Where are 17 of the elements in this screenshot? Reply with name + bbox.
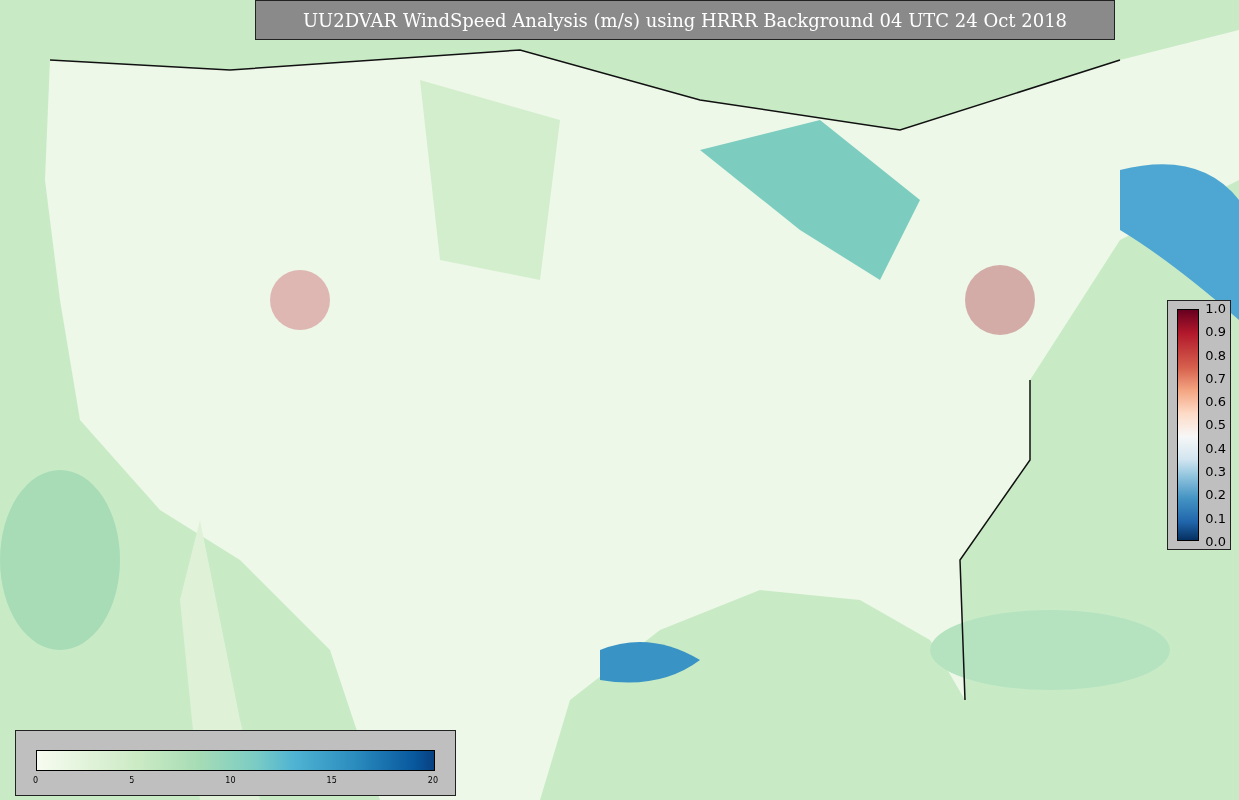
- tick-label: 0.5: [1205, 417, 1226, 433]
- tick-label: 0.1: [1205, 510, 1226, 526]
- tick-label: 0.4: [1205, 440, 1226, 456]
- tick-label: 0: [33, 776, 39, 785]
- tick-label: 0.2: [1205, 487, 1226, 503]
- tick-label: 10: [225, 776, 236, 785]
- tick-label: 0.8: [1205, 347, 1226, 363]
- tick-label: 0.6: [1205, 394, 1226, 410]
- tick-label: 0.3: [1205, 464, 1226, 480]
- tick-label: 0.9: [1205, 324, 1226, 340]
- tick-label: 5: [129, 776, 135, 785]
- tick-label: 15: [326, 776, 337, 785]
- tick-label: 0.0: [1205, 533, 1226, 549]
- chart-title: UU2DVAR WindSpeed Analysis (m/s) using HRRR Background 04 UTC 24 Oct 2018: [255, 0, 1115, 40]
- tick-label: 1.0: [1205, 301, 1226, 316]
- tick-label: 0.7: [1205, 370, 1226, 386]
- tick-label: 20: [427, 776, 438, 785]
